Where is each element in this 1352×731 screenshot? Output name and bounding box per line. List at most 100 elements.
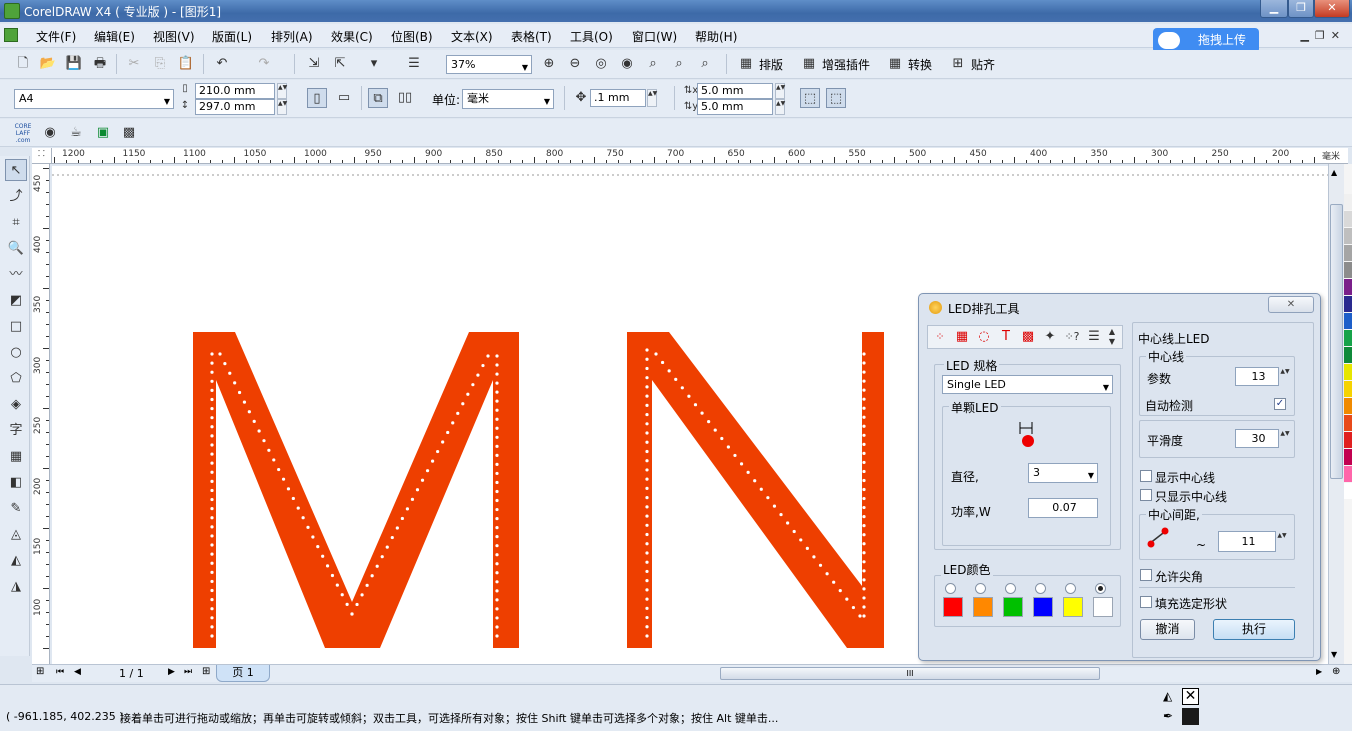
- palette-swatch[interactable]: [1344, 279, 1352, 295]
- menu-window[interactable]: 窗口(W): [632, 28, 677, 45]
- led-color-radio[interactable]: [1035, 583, 1046, 594]
- palette-swatch[interactable]: [1344, 228, 1352, 244]
- zoom-page-icon[interactable]: ⌕: [643, 54, 663, 74]
- palette-swatch[interactable]: [1344, 381, 1352, 397]
- menu-effects[interactable]: 效果(C): [331, 28, 373, 45]
- execute-button[interactable]: 执行: [1213, 619, 1295, 640]
- save-icon[interactable]: 💾: [64, 54, 84, 74]
- menu-text[interactable]: 文本(X): [451, 28, 493, 45]
- palette-swatch[interactable]: [1344, 432, 1352, 448]
- palette-swatch[interactable]: [1344, 415, 1352, 431]
- scroll-down-icon[interactable]: ▼: [1331, 650, 1337, 659]
- zoom-all-icon[interactable]: ◉: [617, 54, 637, 74]
- blend-tool-icon[interactable]: ◧: [5, 472, 27, 494]
- led-grid-icon[interactable]: ▦: [952, 327, 972, 347]
- mdi-controls[interactable]: ▁❐✕: [1300, 29, 1346, 42]
- camera-icon[interactable]: ◉: [40, 123, 60, 143]
- print-icon[interactable]: 🖶: [90, 54, 110, 74]
- undo-button[interactable]: 撤消: [1140, 619, 1195, 640]
- dup-x-field[interactable]: 5.0 mm: [697, 83, 773, 99]
- open-icon[interactable]: 📂: [38, 54, 58, 74]
- show-center-checkbox[interactable]: [1140, 470, 1152, 482]
- palette-swatch[interactable]: [1344, 313, 1352, 329]
- zoom-in-icon[interactable]: ⊕: [539, 54, 559, 74]
- nudge-field[interactable]: .1 mm: [590, 89, 646, 107]
- outline-tool-icon[interactable]: ◬: [5, 524, 27, 546]
- add-page-after-icon[interactable]: ⊞: [202, 666, 210, 677]
- led-circle-icon[interactable]: ◌: [974, 327, 994, 347]
- led-color-radio[interactable]: [975, 583, 986, 594]
- menu-bitmaps[interactable]: 位图(B): [391, 28, 433, 45]
- redo-icon[interactable]: ↷: [254, 54, 274, 74]
- led-help-icon[interactable]: ⁘?: [1062, 327, 1082, 347]
- treat-as-filled-icon[interactable]: ⬚: [800, 88, 820, 108]
- last-page-icon[interactable]: ⏭: [184, 667, 192, 677]
- nudge-spin[interactable]: ▲▼: [647, 89, 657, 107]
- coffee-icon[interactable]: ☕: [66, 123, 86, 143]
- led-toolbar-scroll-icon[interactable]: ▲ ▼: [1106, 327, 1118, 347]
- param-spin[interactable]: ▲▼: [1280, 367, 1290, 386]
- spacing-field[interactable]: 11: [1218, 531, 1276, 552]
- smooth-spin[interactable]: ▲▼: [1280, 429, 1290, 448]
- basic-shapes-icon[interactable]: ◈: [5, 394, 27, 416]
- palette-swatch[interactable]: [1344, 194, 1352, 210]
- next-page-icon[interactable]: ▶: [168, 667, 175, 677]
- scroll-up-icon[interactable]: ▲: [1331, 168, 1337, 177]
- monitor-icon[interactable]: ▣: [93, 123, 113, 143]
- export-icon[interactable]: ⇱: [330, 54, 350, 74]
- prev-page-icon[interactable]: ◀: [74, 667, 81, 677]
- palette-swatch[interactable]: [1344, 211, 1352, 227]
- spacing-spin[interactable]: ▲▼: [1277, 531, 1287, 552]
- smart-fill-icon[interactable]: ◩: [5, 290, 27, 312]
- letter-m[interactable]: [193, 332, 519, 648]
- page-width-spin[interactable]: ▲▼: [277, 83, 287, 99]
- led-color-radio[interactable]: [1065, 583, 1076, 594]
- text-tool-icon[interactable]: 字: [5, 420, 27, 442]
- vertical-scroll-thumb[interactable]: [1330, 204, 1343, 479]
- fill-shape-checkbox[interactable]: [1140, 596, 1152, 608]
- dialog-close-button[interactable]: ✕: [1268, 296, 1314, 313]
- zoom-out-icon[interactable]: ⊖: [565, 54, 585, 74]
- options-icon[interactable]: ☰: [404, 54, 424, 74]
- menu-layout[interactable]: 版面(L): [212, 28, 252, 45]
- snap-button[interactable]: 贴齐: [971, 56, 995, 73]
- paiban-button[interactable]: 排版: [759, 56, 783, 73]
- horizontal-scroll-thumb[interactable]: III: [720, 667, 1100, 680]
- crop-tool-icon[interactable]: ⌗: [5, 212, 27, 234]
- menu-file[interactable]: 文件(F): [36, 28, 76, 45]
- zoom-width-icon[interactable]: ⌕: [669, 54, 689, 74]
- add-page-before-icon[interactable]: ⊞: [36, 666, 44, 677]
- maximize-button[interactable]: ❐: [1288, 0, 1314, 18]
- led-scatter-icon[interactable]: ⁘: [930, 327, 950, 347]
- palette-swatch[interactable]: [1344, 483, 1352, 499]
- led-text-icon[interactable]: T: [996, 327, 1016, 347]
- snap-icon[interactable]: ⊞: [948, 54, 968, 74]
- interactive-fill-icon[interactable]: ◮: [5, 576, 27, 598]
- led-list-icon[interactable]: ☰: [1084, 327, 1104, 347]
- palette-swatch[interactable]: [1344, 466, 1352, 482]
- import-icon[interactable]: ⇲: [304, 54, 324, 74]
- led-color-swatch[interactable]: [943, 597, 963, 617]
- outline-color-swatch[interactable]: [1182, 708, 1199, 725]
- ruler-origin-icon[interactable]: ⸬: [32, 148, 52, 164]
- rectangle-tool-icon[interactable]: □: [5, 316, 27, 338]
- palette-swatch[interactable]: [1344, 296, 1352, 312]
- cut-icon[interactable]: ✂: [124, 54, 144, 74]
- palette-swatch[interactable]: [1344, 347, 1352, 363]
- page-height-spin[interactable]: ▲▼: [277, 99, 287, 115]
- document-icon[interactable]: [4, 28, 18, 42]
- power-field[interactable]: 0.07: [1028, 498, 1098, 518]
- fill-none-swatch[interactable]: ✕: [1182, 688, 1199, 705]
- dup-x-spin[interactable]: ▲▼: [775, 83, 785, 99]
- plugin-icon[interactable]: ▦: [799, 54, 819, 74]
- minimize-button[interactable]: ▁: [1260, 0, 1288, 18]
- page-height-field[interactable]: 297.0 mm: [195, 99, 275, 115]
- portrait-icon[interactable]: ▯: [307, 88, 327, 108]
- auto-detect-checkbox[interactable]: ✓: [1274, 398, 1286, 410]
- paste-icon[interactable]: 📋: [176, 54, 196, 74]
- palette-swatch[interactable]: [1344, 398, 1352, 414]
- copy-icon[interactable]: ⎘: [150, 54, 170, 74]
- led-color-swatch[interactable]: [1003, 597, 1023, 617]
- table-tool-icon[interactable]: ▦: [5, 446, 27, 468]
- dup-y-spin[interactable]: ▲▼: [775, 99, 785, 115]
